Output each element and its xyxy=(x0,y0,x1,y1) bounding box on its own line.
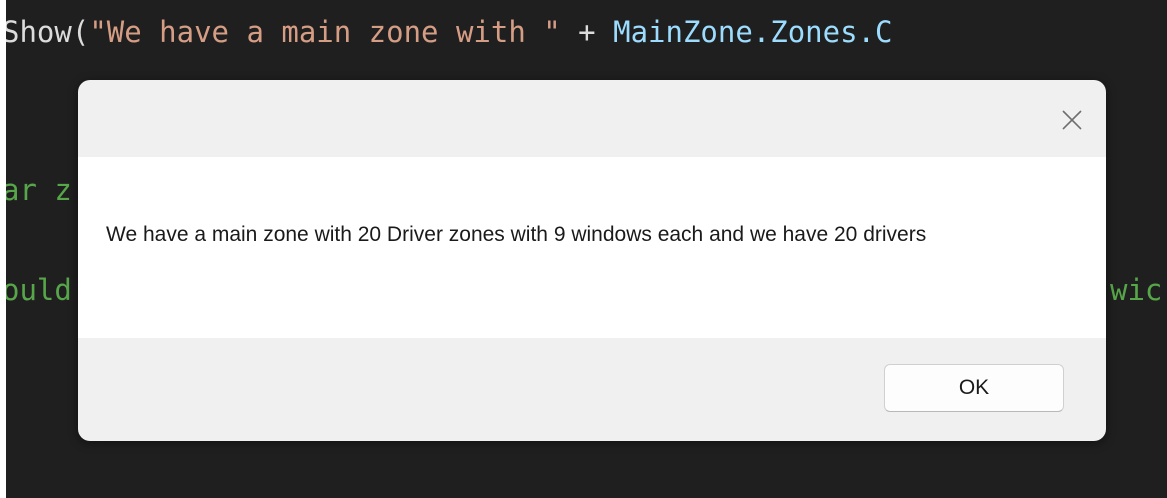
close-icon xyxy=(1062,110,1082,130)
code-operator: + xyxy=(560,15,614,49)
dialog-titlebar xyxy=(78,80,1106,157)
code-line-fragment: ar z xyxy=(6,173,72,207)
code-line-fragment-left: ould xyxy=(6,273,72,307)
message-box-dialog: We have a main zone with 20 Driver zones… xyxy=(78,80,1106,441)
code-line-fragment-right: wic xyxy=(1110,273,1163,307)
code-member: MainZone.Zones.C xyxy=(613,15,893,49)
dialog-footer: OK xyxy=(78,338,1106,441)
dialog-body: We have a main zone with 20 Driver zones… xyxy=(78,157,1106,338)
close-button[interactable] xyxy=(1050,98,1094,142)
code-string: "We have a main zone with " xyxy=(89,15,561,49)
ok-button[interactable]: OK xyxy=(884,364,1064,412)
code-line-show: Show("We have a main zone with " + MainZ… xyxy=(6,14,892,50)
dialog-message: We have a main zone with 20 Driver zones… xyxy=(106,223,927,246)
code-method: Show( xyxy=(6,15,90,49)
